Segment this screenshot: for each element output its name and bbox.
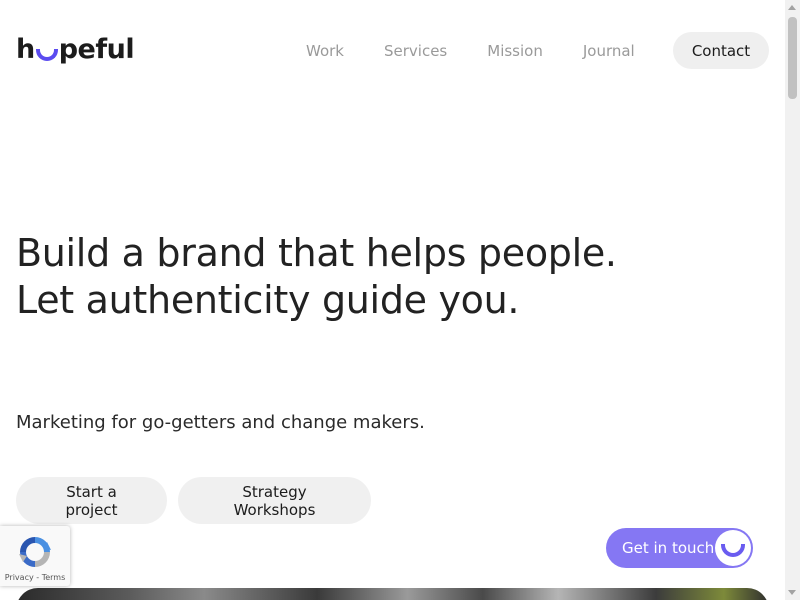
page: h peful Work Services Mission Journal Con…	[0, 0, 785, 600]
scrollbar-thumb[interactable]	[788, 17, 797, 99]
start-project-button[interactable]: Start a project	[16, 477, 167, 524]
scroll-up-icon[interactable]	[788, 5, 796, 10]
recaptcha-icon	[19, 537, 51, 567]
nav-link-services[interactable]: Services	[384, 40, 447, 62]
scroll-down-icon[interactable]	[788, 590, 796, 595]
hero-subtitle: Marketing for go-getters and change make…	[16, 412, 425, 433]
strategy-workshops-button[interactable]: Strategy Workshops	[178, 477, 371, 524]
recaptcha-badge[interactable]: Privacy - Terms	[0, 526, 70, 586]
logo-text-end: peful	[58, 34, 135, 65]
smile-logo-icon	[35, 49, 58, 61]
nav-link-mission[interactable]: Mission	[487, 40, 543, 62]
hero-image	[16, 588, 769, 600]
contact-button[interactable]: Contact	[673, 32, 769, 69]
get-in-touch-label: Get in touch	[622, 539, 715, 557]
smile-icon	[715, 530, 751, 566]
recaptcha-privacy-link[interactable]: Privacy	[5, 573, 34, 582]
logo-text-start: h	[16, 34, 35, 65]
nav-link-journal[interactable]: Journal	[583, 40, 635, 62]
recaptcha-links: Privacy - Terms	[0, 573, 70, 582]
hero-title: Build a brand that helps people. Let aut…	[16, 231, 617, 322]
get-in-touch-button[interactable]: Get in touch	[606, 528, 753, 568]
hopeful-logo[interactable]: h peful	[16, 33, 135, 67]
recaptcha-separator: -	[33, 573, 42, 582]
recaptcha-terms-link[interactable]: Terms	[42, 573, 66, 582]
vertical-scrollbar[interactable]	[785, 0, 800, 600]
main-nav: Work Services Mission Journal	[306, 40, 635, 62]
nav-link-work[interactable]: Work	[306, 40, 344, 62]
